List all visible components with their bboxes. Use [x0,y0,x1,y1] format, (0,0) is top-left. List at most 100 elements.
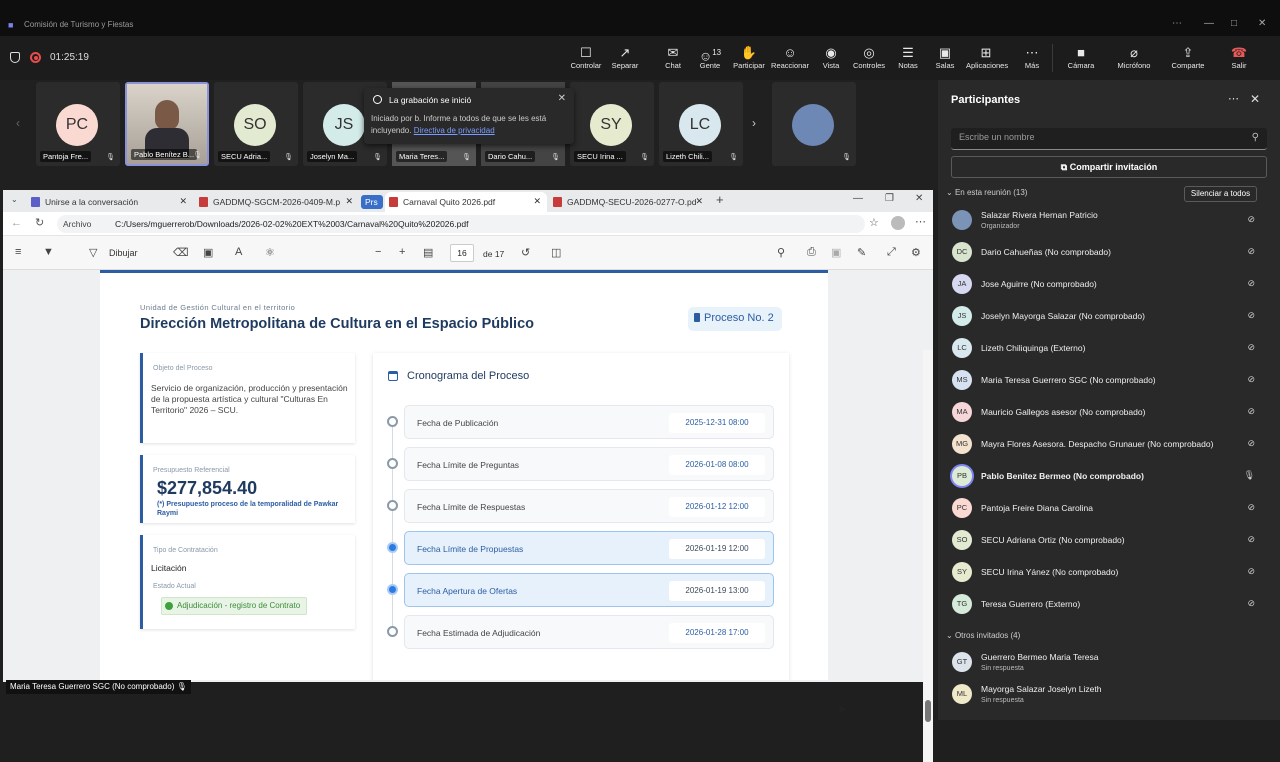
participant-row[interactable]: PC Pantoja Freire Diana Carolina ⊘ [950,494,1270,526]
settings-icon[interactable]: ⚙ [911,246,921,259]
toolbar-vista-button[interactable]: ◉ Vista [811,44,851,70]
participant-row[interactable]: PB Pablo Benitez Bermeo (No comprobado) 🎙 [950,462,1270,494]
toolbar-gente-button[interactable]: ☺13 Gente [690,44,730,70]
print-icon[interactable]: ⎙ [807,246,816,259]
toolbar-salas-button[interactable]: ▣ Salas [925,44,965,70]
toolbar-separar-button[interactable]: ↗ Separar [605,44,645,70]
search-icon[interactable]: ⚲ [777,246,785,259]
other-invited-header[interactable]: ⌄ Otros invitados (4) [946,631,1020,640]
participant-row[interactable]: MG Mayra Flores Asesora. Despacho Grunaue… [950,430,1270,462]
more-icon[interactable]: ⋯ [1228,92,1239,105]
toolbar-participar-button[interactable]: ✋ Participar [729,44,769,70]
participant-row[interactable]: LC Lizeth Chiliquinga (Externo) ⊘ [950,334,1270,366]
highlight-icon[interactable]: ▼ [43,246,54,258]
participant-row[interactable]: JA Jose Aguirre (No comprobado) ⊘ [950,270,1270,302]
mic-on-icon[interactable]: 🎙 [1244,470,1255,481]
close-tab-icon[interactable]: ✕ [533,196,541,207]
mic-off-icon[interactable]: ⊘ [1247,438,1255,449]
minimize-button[interactable]: — [853,193,863,204]
eraser-icon[interactable]: ⌫ [173,246,189,259]
mic-off-icon[interactable]: ⊘ [1247,310,1255,321]
close-tab-icon[interactable]: ✕ [179,196,187,207]
more-icon[interactable]: ⋯ [1172,18,1182,29]
participant-row[interactable]: SY SECU Irina Yánez (No comprobado) ⊘ [950,558,1270,590]
browser-tab[interactable]: GADDMQ-SECU-2026-0277-O.pd ✕ [549,192,709,212]
invited-row[interactable]: ML Mayorga Salazar Joselyn Lizeth Sin resp… [950,680,1270,712]
participant-row[interactable]: TG Teresa Guerrero (Externo) ⊘ [950,590,1270,622]
video-tile[interactable]: PC Pantoja Fre... 🎙 [36,82,120,166]
chevron-right-icon[interactable]: › [752,116,756,130]
browser-tab[interactable]: Carnaval Quito 2026.pdf ✕ [385,192,547,212]
close-window-button[interactable]: ✕ [1258,18,1266,29]
camera-button[interactable]: ■ Cámara [1061,44,1101,70]
leave-button[interactable]: ☎ Salir [1219,44,1259,70]
close-icon[interactable]: ✕ [558,93,566,104]
contents-icon[interactable]: ≡ [15,246,21,258]
mic-off-icon[interactable]: ⊘ [1247,534,1255,545]
chevron-left-icon[interactable]: ‹ [16,116,20,130]
fit-page-icon[interactable]: ▤ [423,246,433,259]
mic-off-icon[interactable]: ⊘ [1247,566,1255,577]
draw-icon[interactable]: ▽ [89,246,97,259]
video-tile[interactable]: Pablo Benítez B... 🎙 [125,82,209,166]
browser-tab[interactable]: Prs [361,195,383,209]
chevron-down-icon[interactable]: ⌄ [11,195,18,204]
participant-search[interactable]: ⚲ [951,128,1267,150]
save-icon[interactable]: ▣ [831,246,841,259]
toolbar-chat-button[interactable]: ✉ Chat [653,44,693,70]
minimize-button[interactable]: — [1204,18,1214,29]
save-as-icon[interactable]: ✎ [857,246,866,259]
textbox-icon[interactable]: ▣ [203,246,213,259]
zoom-out-icon[interactable]: − [375,246,381,258]
page-number-input[interactable]: 16 [450,244,474,262]
video-tile[interactable]: 🎙 [772,82,856,166]
url-field[interactable]: Archivo C:/Users/mguerrerob/Downloads/20… [57,215,865,233]
toolbar-controles-button[interactable]: ◎ Controles [849,44,889,70]
toolbar-reaccionar-button[interactable]: ☺ Reaccionar [770,44,810,70]
toolbar-más-button[interactable]: ⋯ Más [1012,44,1052,70]
refresh-icon[interactable]: ↻ [35,216,44,229]
draw-button[interactable]: Dibujar [109,248,138,258]
close-window-button[interactable]: ✕ [915,193,923,204]
new-tab-button[interactable]: + [716,192,724,207]
favorites-icon[interactable]: ☆ [869,216,879,229]
mic-off-icon[interactable]: ⊘ [1247,342,1255,353]
scrollbar-thumb[interactable] [925,700,931,722]
mic-off-icon[interactable]: ⊘ [1247,214,1255,225]
maximize-button[interactable]: □ [1231,18,1237,29]
browser-tab[interactable]: Unirse a la conversación ✕ [27,192,193,212]
participant-row[interactable]: JS Joselyn Mayorga Salazar (No comprobado… [950,302,1270,334]
share-button[interactable]: ⇪ Comparte [1168,44,1208,70]
translate-icon[interactable]: ⚛ [265,246,275,259]
mic-off-icon[interactable]: ⊘ [1247,246,1255,257]
video-tile[interactable]: SO SECU Adria... 🎙 [214,82,298,166]
mic-off-icon[interactable]: ⊘ [1247,374,1255,385]
video-tile[interactable]: SY SECU Irina ... 🎙 [570,82,654,166]
participant-row[interactable]: SO SECU Adriana Ortiz (No comprobado) ⊘ [950,526,1270,558]
microphone-button[interactable]: ⌀ Micrófono [1114,44,1154,70]
profile-icon[interactable] [891,216,905,230]
browser-tab[interactable]: GADDMQ-SGCM-2026-0409-M.p ✕ [195,192,359,212]
search-input[interactable] [959,132,1229,142]
rotate-icon[interactable]: ↺ [521,246,530,259]
toolbar-notas-button[interactable]: ☰ Notas [888,44,928,70]
mic-off-icon[interactable]: ⊘ [1247,502,1255,513]
share-invite-button[interactable]: ⧉ Compartir invitación [951,156,1267,178]
back-icon[interactable]: ← [11,217,22,229]
mute-all-button[interactable]: Silenciar a todos [1184,186,1257,202]
privacy-link[interactable]: Directiva de privacidad [414,126,495,135]
close-icon[interactable]: ✕ [1250,92,1260,106]
close-tab-icon[interactable]: ✕ [345,196,353,207]
toolbar-controlar-button[interactable]: ☐ Controlar [566,44,606,70]
mic-off-icon[interactable]: ⊘ [1247,278,1255,289]
mic-off-icon[interactable]: ⊘ [1247,598,1255,609]
video-tile[interactable]: LC Lizeth Chili... 🎙 [659,82,743,166]
participant-row[interactable]: MA Mauricio Gallegos asesor (No comprobad… [950,398,1270,430]
more-icon[interactable]: ⋯ [915,215,926,228]
restore-button[interactable]: ❐ [885,193,894,204]
read-aloud-icon[interactable]: A [235,246,242,258]
participant-row[interactable]: DC Dario Cahueñas (No comprobado) ⊘ [950,238,1270,270]
in-meeting-header[interactable]: ⌄ En esta reunión (13) [946,188,1027,197]
toolbar-aplicaciones-button[interactable]: ⊞ Aplicaciones [966,44,1008,70]
close-tab-icon[interactable]: ✕ [695,196,703,207]
